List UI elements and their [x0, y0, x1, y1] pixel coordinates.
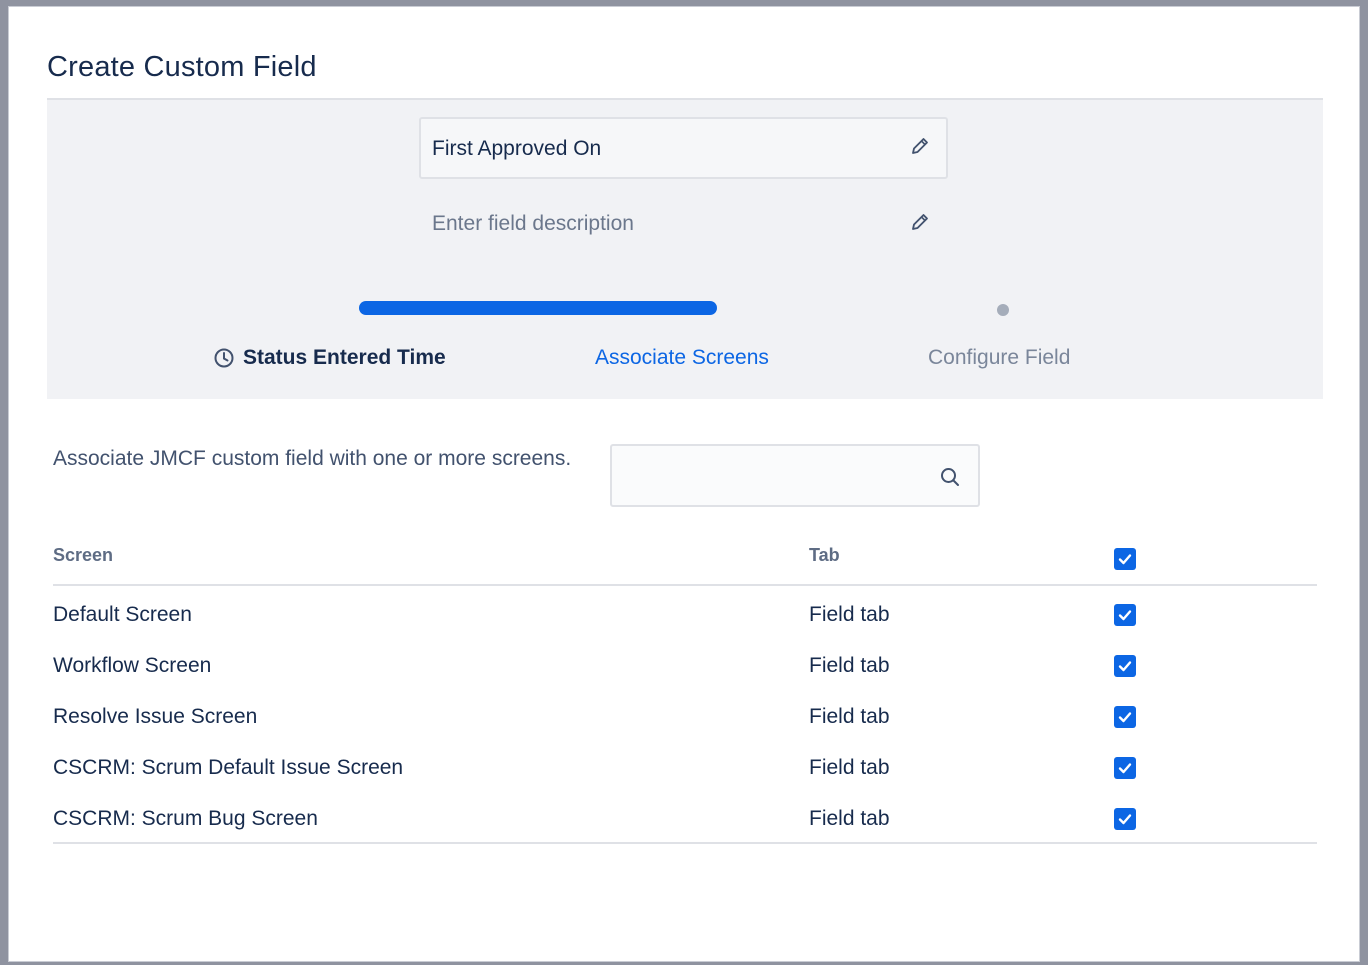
screen-name: Resolve Issue Screen	[53, 705, 258, 728]
select-all-checkbox[interactable]	[1114, 548, 1136, 570]
screen-name: CSCRM: Scrum Bug Screen	[53, 807, 318, 830]
wizard-progress-dot	[997, 304, 1009, 316]
step-status-entered-time[interactable]: Status Entered Time	[213, 346, 446, 370]
table-row: Workflow Screen Field tab	[53, 642, 1317, 693]
pencil-icon[interactable]	[909, 211, 931, 233]
tab-name: Field tab	[809, 705, 890, 728]
tab-name: Field tab	[809, 756, 890, 779]
table-row: CSCRM: Scrum Bug Screen Field tab	[53, 795, 1317, 846]
column-header-screen: Screen	[53, 545, 114, 565]
wizard-progress-bar	[359, 301, 717, 315]
row-checkbox[interactable]	[1114, 604, 1136, 626]
clock-icon	[213, 347, 235, 369]
associate-description: Associate JMCF custom field with one or …	[53, 447, 572, 470]
field-description-placeholder: Enter field description	[432, 212, 634, 235]
pencil-icon[interactable]	[909, 135, 931, 157]
field-header-panel: First Approved On Enter field descriptio…	[47, 98, 1323, 399]
screen-name: Workflow Screen	[53, 654, 212, 677]
table-row: Default Screen Field tab	[53, 591, 1317, 642]
row-checkbox[interactable]	[1114, 808, 1136, 830]
screen-name: CSCRM: Scrum Default Issue Screen	[53, 756, 404, 779]
screen-name: Default Screen	[53, 603, 192, 626]
search-icon[interactable]	[939, 466, 961, 488]
step-label: Configure Field	[928, 346, 1071, 369]
screen-search-input[interactable]	[620, 454, 930, 498]
row-checkbox[interactable]	[1114, 655, 1136, 677]
table-footer-divider	[53, 842, 1317, 844]
row-checkbox[interactable]	[1114, 706, 1136, 728]
tab-name: Field tab	[809, 807, 890, 830]
table-row: CSCRM: Scrum Default Issue Screen Field …	[53, 744, 1317, 795]
step-configure-field[interactable]: Configure Field	[928, 346, 1070, 370]
screen-search-box[interactable]	[610, 444, 980, 507]
column-header-tab: Tab	[809, 545, 840, 565]
tab-name: Field tab	[809, 654, 890, 677]
step-associate-screens[interactable]: Associate Screens	[595, 346, 769, 370]
field-description-input[interactable]: Enter field description	[419, 194, 948, 254]
field-name-input[interactable]: First Approved On	[419, 117, 948, 179]
step-label: Status Entered Time	[243, 346, 446, 369]
dialog-title: Create Custom Field	[47, 51, 317, 83]
create-custom-field-dialog: Create Custom Field First Approved On En…	[8, 6, 1360, 962]
row-checkbox[interactable]	[1114, 757, 1136, 779]
tab-name: Field tab	[809, 603, 890, 626]
table-row: Resolve Issue Screen Field tab	[53, 693, 1317, 744]
field-name-value: First Approved On	[432, 137, 602, 160]
step-label: Associate Screens	[595, 346, 769, 369]
table-header-divider	[53, 584, 1317, 586]
